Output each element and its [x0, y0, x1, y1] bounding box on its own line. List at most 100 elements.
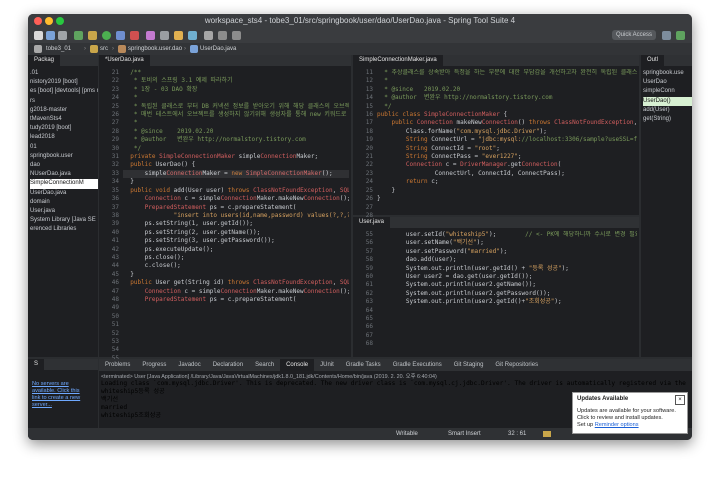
save-icon[interactable]: [46, 31, 55, 40]
breadcrumb-package[interactable]: springbook.user.dao: [128, 43, 182, 55]
line-number: 27: [111, 119, 119, 127]
outline-item[interactable]: add(User): [643, 106, 692, 115]
tree-item[interactable]: NUserDao.java: [30, 170, 98, 179]
code-line: }: [123, 270, 134, 278]
create-server-link[interactable]: No servers are available. Click this lin…: [32, 381, 80, 409]
line-number: 33: [111, 169, 119, 177]
code-line: * 토비의 스프링 3.1 예제 따라하기: [123, 77, 233, 85]
line-number: 25: [111, 102, 119, 110]
project-icon: [34, 45, 42, 53]
breadcrumb-project[interactable]: tobe3_01: [46, 43, 71, 55]
tree-item[interactable]: lead2018: [30, 133, 98, 142]
code-line: }: [377, 186, 396, 194]
tree-item[interactable]: nistory2019 [boot]: [30, 78, 98, 87]
tab-search[interactable]: Search: [249, 359, 280, 371]
code-line: * 매번 테스트에서 오브젝트를 생성하지 않기위해 생성자를 통해 new 키…: [123, 111, 349, 119]
line-number: 51: [111, 321, 119, 329]
search-icon[interactable]: [188, 31, 197, 40]
code-area[interactable]: * 추상클래스를 상속받아 특정을 하는 부분에 대한 부담감을 개선하고자 완…: [377, 69, 637, 204]
perspective-icon[interactable]: [662, 31, 671, 40]
outline-item[interactable]: simpleConn: [643, 87, 692, 96]
tree-item[interactable]: rs: [30, 97, 98, 106]
code-line: *: [123, 119, 138, 127]
line-number: 22: [111, 77, 119, 85]
outline-tabbar: Outl: [641, 55, 692, 66]
breadcrumb-file[interactable]: UserDao.java: [200, 43, 236, 55]
spring-boot-icon[interactable]: [74, 31, 83, 40]
breadcrumb-src[interactable]: src: [100, 43, 108, 55]
tab-problems[interactable]: Problems: [99, 359, 136, 371]
outline-item[interactable]: UserDao(): [643, 96, 692, 106]
spring-perspective-icon[interactable]: [676, 31, 685, 40]
new-icon[interactable]: [34, 31, 43, 40]
tab-console[interactable]: Console: [280, 359, 315, 371]
tab-user-java[interactable]: User.java: [353, 217, 391, 228]
tab-progress[interactable]: Progress: [136, 359, 172, 371]
code-line: user.setName("백기선");: [377, 239, 484, 247]
tab-declaration[interactable]: Declaration: [207, 359, 249, 371]
tree-item[interactable]: erenced Libraries: [30, 225, 98, 234]
outline-item[interactable]: get(String): [643, 115, 692, 124]
new-class-icon[interactable]: [146, 31, 155, 40]
build-icon[interactable]: [88, 31, 97, 40]
forward-arrow-icon[interactable]: [232, 31, 241, 40]
tab-userdao-java[interactable]: *UserDao.java: [99, 55, 150, 66]
tree-item[interactable]: springbook.user: [30, 152, 98, 161]
code-area[interactable]: user.setId("whiteship5"); // <- PK에 해당하니…: [377, 231, 637, 307]
line-number: 44: [111, 262, 119, 270]
tree-item[interactable]: tMavenSts4: [30, 115, 98, 124]
tree-item[interactable]: User.java: [30, 207, 98, 216]
run-icon[interactable]: [102, 31, 111, 40]
open-folder-icon[interactable]: [174, 31, 183, 40]
tree-item[interactable]: 01: [30, 143, 98, 152]
tab-git-staging[interactable]: Git Staging: [448, 359, 490, 371]
tab-junit[interactable]: JUnit: [314, 359, 340, 371]
line-number: 35: [111, 186, 119, 194]
code-line: User user2 = dao.get(user.getId());: [377, 273, 533, 281]
tab-git-repositories[interactable]: Git Repositories: [489, 359, 544, 371]
annotation-icon[interactable]: [204, 31, 213, 40]
code-line: Connection c = simpleConnectionMaker.mak…: [144, 287, 349, 295]
code-area[interactable]: /** * 토비의 스프링 3.1 예제 따라하기 * 1장 - 03 DAO …: [123, 69, 349, 304]
tab-package-explorer[interactable]: Packag: [28, 55, 61, 66]
code-line: * 추상클래스를 상속받아 특정을 하는 부분에 대한 부담감을 개선하고자 완…: [384, 69, 637, 76]
line-number: 45: [111, 270, 119, 278]
tree-item[interactable]: g2018-master: [30, 106, 98, 115]
debug-icon[interactable]: [116, 31, 125, 40]
code-line: Connection c = simpleConnectionMaker.mak…: [144, 195, 349, 203]
tree-item[interactable]: dao: [30, 161, 98, 170]
tab-servers[interactable]: S: [28, 359, 45, 370]
line-number: 24: [111, 94, 119, 102]
tree-item[interactable]: System Library [Java SE: [30, 216, 98, 225]
editor-right-bottom-tabbar: User.java: [353, 217, 639, 228]
reminder-options-link[interactable]: Reminder options: [595, 422, 639, 428]
code-line: ConnectUrl, ConnectId, ConnectPass);: [377, 169, 565, 177]
outline-item[interactable]: UserDao: [643, 78, 692, 87]
tree-item[interactable]: es [boot] [devtools] [pms m: [30, 87, 98, 96]
tab-gradle-tasks[interactable]: Gradle Tasks: [340, 359, 387, 371]
tree-item[interactable]: tudy2019 [boot]: [30, 124, 98, 133]
tree-item[interactable]: UserDao.java: [30, 189, 98, 198]
print-icon[interactable]: [58, 31, 67, 40]
server-link-line: server...: [32, 402, 52, 408]
quick-access-input[interactable]: Quick Access: [612, 30, 656, 40]
updates-icon[interactable]: [543, 431, 551, 437]
tab-simpleconnectionmaker-java[interactable]: SimpleConnectionMaker.java: [353, 55, 443, 66]
tree-item[interactable]: .01: [30, 69, 98, 78]
code-line: Connection c = DriverManager.getConnecti…: [405, 161, 562, 169]
breadcrumb-separator: ›: [84, 46, 86, 52]
tree-item[interactable]: domain: [30, 198, 98, 207]
outline-tree: springbook.use UserDao simpleConn UserDao()…: [643, 69, 692, 124]
open-type-icon[interactable]: [160, 31, 169, 40]
stop-icon[interactable]: [130, 31, 139, 40]
line-number: 48: [111, 295, 119, 303]
outline-item[interactable]: springbook.use: [643, 69, 692, 78]
close-icon[interactable]: ×: [675, 395, 685, 405]
back-arrow-icon[interactable]: [218, 31, 227, 40]
tab-javadoc[interactable]: Javadoc: [172, 359, 206, 371]
tab-gradle-executions[interactable]: Gradle Executions: [387, 359, 448, 371]
code-line: * @since 2019.02.20: [377, 85, 461, 93]
tree-item[interactable]: SimpleConnectionM: [30, 179, 98, 189]
tab-outline[interactable]: Outl: [641, 55, 665, 66]
code-line: public void add(User user) throws ClassN…: [130, 186, 349, 194]
